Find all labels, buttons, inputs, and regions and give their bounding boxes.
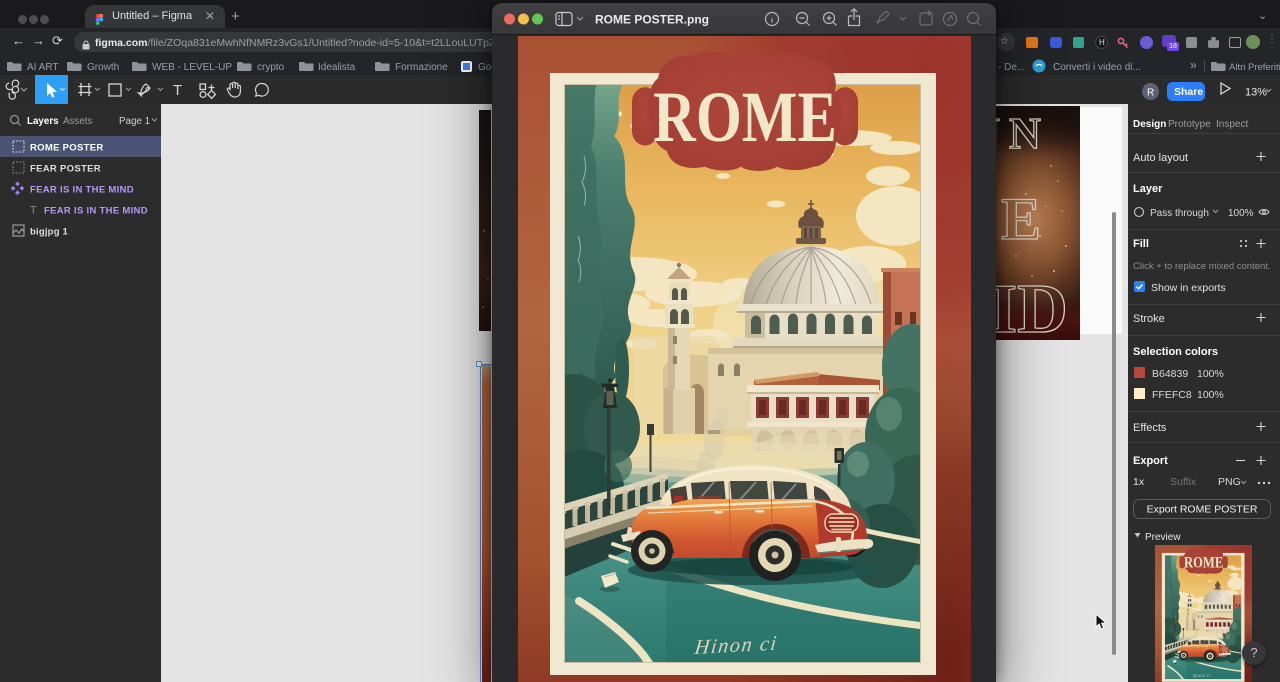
svg-text:N: N [996,109,1000,158]
svg-text:ID: ID [996,271,1068,340]
svg-text:FEAR POSTER: FEAR POSTER [30,164,101,175]
svg-text:AI ART: AI ART [27,62,59,73]
svg-text:WEB - LEVEL-UP: WEB - LEVEL-UP [152,62,232,73]
svg-text:ROME POSTER: ROME POSTER [30,143,104,154]
svg-text:Suffix: Suffix [1170,476,1197,488]
svg-text:Layer: Layer [1133,183,1163,195]
svg-text:N: N [1009,109,1041,158]
svg-text:Effects: Effects [1133,422,1167,434]
svg-text:Formazione: Formazione [395,62,448,73]
svg-text:100%: 100% [1197,368,1224,380]
svg-text:ROME POSTER.png: ROME POSTER.png [595,13,709,27]
svg-text:Assets: Assets [63,116,93,127]
svg-text:Pass through: Pass through [1150,208,1209,219]
svg-text:Prototype: Prototype [1168,119,1211,130]
svg-text:Idealista: Idealista [318,62,356,73]
svg-text:100%: 100% [1228,208,1254,219]
svg-text:Click + to replace mixed conte: Click + to replace mixed content. [1133,261,1271,272]
svg-text:B64839: B64839 [1152,368,1188,380]
svg-text:Converti i video di...: Converti i video di... [1053,62,1141,73]
svg-text:Stroke: Stroke [1133,313,1165,325]
svg-text:13%: 13% [1245,87,1267,99]
svg-text:Show in exports: Show in exports [1151,282,1226,294]
svg-text:1x: 1x [1133,476,1145,488]
svg-text:Export ROME POSTER: Export ROME POSTER [1147,504,1258,516]
svg-text:FFEFC8: FFEFC8 [1152,389,1192,401]
svg-text:Preview: Preview [1145,532,1181,543]
svg-text:R: R [1147,88,1154,99]
svg-text:ROME: ROME [653,78,837,158]
svg-text:bigjpg 1: bigjpg 1 [30,227,69,238]
svg-text:Page 1: Page 1 [119,116,150,127]
svg-text:Export: Export [1133,455,1168,467]
svg-text:crypto: crypto [257,62,285,73]
svg-text:»: » [1190,58,1197,72]
svg-text:Fill: Fill [1133,238,1149,250]
svg-text:FEAR IS IN THE MIND: FEAR IS IN THE MIND [44,206,148,217]
svg-text:Hinon ci: Hinon ci [692,633,779,659]
svg-text:Share: Share [1174,86,1203,98]
svg-text:T: T [173,82,182,99]
svg-text:T: T [30,205,37,217]
svg-text:Inspect: Inspect [1216,119,1248,130]
svg-text:- De...: - De... [998,62,1025,73]
svg-text:Auto layout: Auto layout [1133,152,1188,164]
svg-text:Selection colors: Selection colors [1133,346,1218,358]
svg-text:Design: Design [1133,119,1166,130]
svg-text:Layers: Layers [27,116,59,127]
svg-text:PNG: PNG [1218,476,1241,488]
svg-text:FEAR IS IN THE MIND: FEAR IS IN THE MIND [30,185,134,196]
svg-text:E: E [1001,186,1041,252]
svg-text:Growth: Growth [87,62,119,73]
svg-text:100%: 100% [1197,389,1224,401]
svg-text:Altri Preferiti: Altri Preferiti [1229,62,1280,73]
